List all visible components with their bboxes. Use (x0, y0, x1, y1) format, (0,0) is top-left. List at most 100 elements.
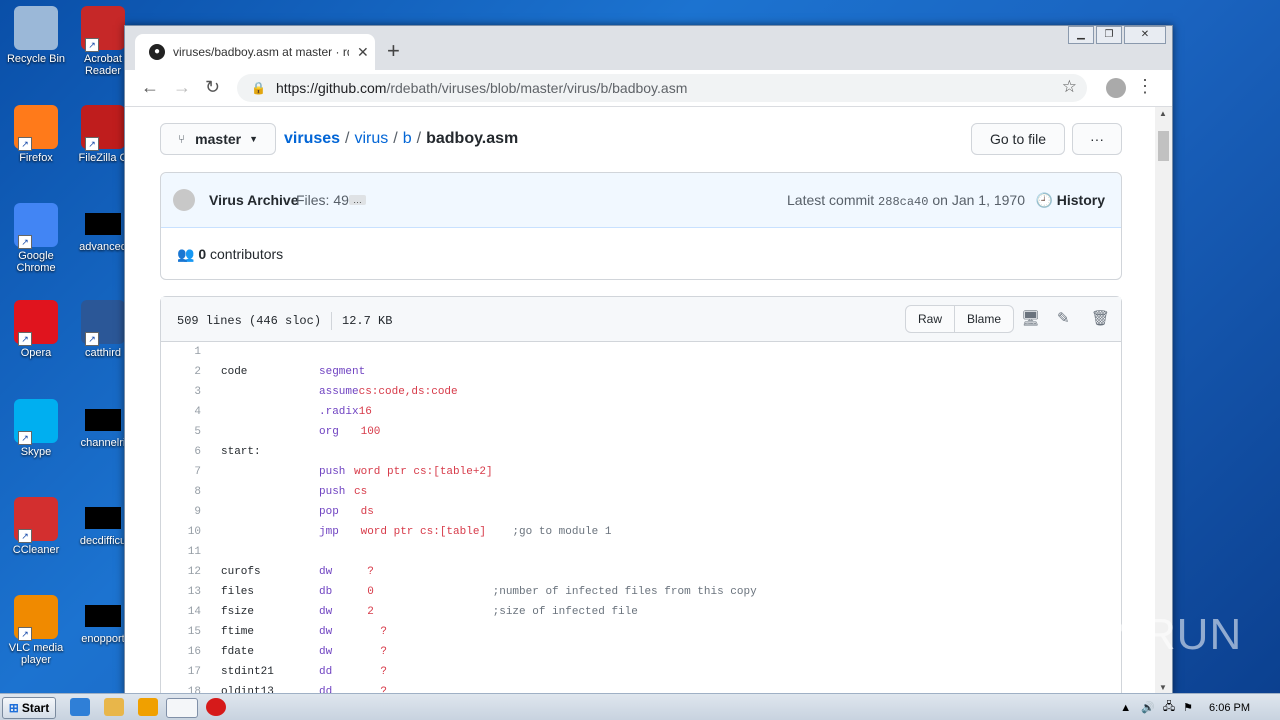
back-icon[interactable]: ← (141, 77, 159, 98)
line-number[interactable]: 4 (161, 402, 221, 422)
line-content: code segment (221, 362, 365, 382)
commit-author[interactable]: Virus Archive (209, 192, 299, 208)
blame-button[interactable]: Blame (954, 306, 1013, 332)
line-number[interactable]: 5 (161, 422, 221, 442)
shortcut-arrow-icon: ↗ (18, 431, 32, 445)
tab-bar: ● viruses/badboy.asm at master · rdebath… (125, 26, 1172, 70)
branch-icon: ⑂ (177, 132, 186, 146)
line-number[interactable]: 1 (161, 342, 221, 362)
file-icon (85, 507, 121, 529)
line-number[interactable]: 3 (161, 382, 221, 402)
crumb-repo[interactable]: viruses (284, 130, 340, 147)
desktop-icon-opera[interactable]: ↗ Opera (1, 300, 71, 359)
shortcut-arrow-icon: ↗ (18, 137, 32, 151)
line-content: .radix16 (221, 402, 372, 422)
line-number[interactable]: 2 (161, 362, 221, 382)
url-input[interactable]: 🔒 https://github.com/rdebath/viruses/blo… (237, 74, 1087, 102)
author-avatar[interactable] (173, 189, 195, 211)
line-number[interactable]: 15 (161, 622, 221, 642)
desktop-icon-skype[interactable]: ↗ Skype (1, 399, 71, 458)
branch-select-button[interactable]: ⑂ master ▼ (160, 123, 276, 155)
code-op: db (319, 586, 333, 598)
line-content: stdint21 dd ? (221, 662, 387, 682)
line-number[interactable]: 11 (161, 542, 221, 562)
line-number[interactable]: 7 (161, 462, 221, 482)
desktop-icon-label: Recycle Bin (6, 53, 66, 65)
bookmark-star-icon[interactable]: ☆ (1062, 77, 1077, 97)
reload-icon[interactable]: ↻ (205, 77, 220, 98)
edit-pencil-icon[interactable]: ✎ (1057, 309, 1070, 327)
line-number[interactable]: 13 (161, 582, 221, 602)
explorer-icon[interactable] (104, 698, 124, 716)
tray-expand-icon[interactable]: ▲ (1120, 702, 1131, 714)
commit-expand-button[interactable]: … (349, 195, 366, 205)
line-content: curofs dw ? (221, 562, 374, 582)
code-comment: ;number of infected files from this copy (373, 586, 757, 598)
more-options-button[interactable]: ··· (1072, 123, 1122, 155)
crumb-virus[interactable]: virus (355, 130, 389, 147)
opera-icon[interactable] (206, 698, 226, 716)
browser-menu-icon[interactable]: ⋮ (1136, 76, 1154, 97)
new-tab-button[interactable]: + (387, 38, 400, 64)
media-player-icon[interactable] (138, 698, 158, 716)
line-content: pop ds (221, 502, 374, 522)
window-controls: ▁ ❐ ✕ (1068, 26, 1166, 44)
line-number[interactable]: 17 (161, 662, 221, 682)
latest-commit-label: Latest commit (787, 192, 875, 208)
file-size: 12.7 KB (342, 314, 393, 329)
trash-icon[interactable]: 🗑 (1091, 309, 1110, 327)
minimize-button[interactable]: ▁ (1068, 26, 1094, 44)
line-content: fdate dw ? (221, 642, 387, 662)
desktop-icon-ccleaner[interactable]: ↗ CCleaner (1, 497, 71, 556)
forward-icon[interactable]: → (173, 77, 191, 98)
commit-sha[interactable]: 288ca40 (878, 195, 928, 209)
flag-icon[interactable]: ⚑ (1183, 701, 1193, 714)
desktop-icon[interactable]: 🖥 (1021, 309, 1040, 327)
line-content: org 100 (221, 422, 380, 442)
profile-avatar[interactable] (1106, 78, 1126, 98)
shortcut-arrow-icon: ↗ (18, 235, 32, 249)
browser-tab[interactable]: ● viruses/badboy.asm at master · rdebath… (135, 34, 375, 70)
line-number[interactable]: 14 (161, 602, 221, 622)
line-number[interactable]: 10 (161, 522, 221, 542)
network-icon[interactable]: 🖧 (1163, 698, 1175, 717)
filezilla-icon: ↗ (81, 105, 125, 151)
word-doc-icon: ↗ (81, 300, 125, 346)
start-button[interactable]: ⊞ Start (2, 697, 56, 719)
github-page: ⑂ master ▼ viruses / virus / b / badboy.asm Go… (125, 107, 1155, 694)
history-link[interactable]: 🕘 History (1035, 192, 1105, 209)
url-path: /rdebath/viruses/blob/master/virus/b/bad… (386, 80, 688, 96)
crumb-b[interactable]: b (403, 130, 412, 147)
ie-icon[interactable] (70, 698, 90, 716)
scrollbar-thumb[interactable] (1158, 131, 1169, 161)
commit-message[interactable]: Files: 49 (296, 192, 349, 208)
contributors[interactable]: 👥 0 contributors (177, 246, 283, 263)
line-number[interactable]: 12 (161, 562, 221, 582)
shortcut-arrow-icon: ↗ (18, 529, 32, 543)
maximize-button[interactable]: ❐ (1096, 26, 1122, 44)
desktop-icon-vlc[interactable]: ↗ VLC media player (1, 595, 71, 666)
line-number[interactable]: 6 (161, 442, 221, 462)
desktop-icon-firefox[interactable]: ↗ Firefox (1, 105, 71, 164)
close-window-button[interactable]: ✕ (1124, 26, 1166, 44)
chrome-taskbar-button[interactable] (166, 698, 198, 718)
scroll-down-icon[interactable]: ▼ (1159, 683, 1167, 692)
desktop-icon-chrome[interactable]: ↗ Google Chrome (1, 203, 71, 274)
code-line: 11 (161, 542, 1121, 562)
desktop-icon-label: Google Chrome (16, 250, 56, 274)
line-number[interactable]: 9 (161, 502, 221, 522)
close-tab-icon[interactable]: ✕ (357, 44, 369, 61)
go-to-file-button[interactable]: Go to file (971, 123, 1065, 155)
page-scrollbar[interactable]: ▲ ▼ (1155, 107, 1172, 694)
scroll-up-icon[interactable]: ▲ (1159, 109, 1167, 118)
line-number[interactable]: 8 (161, 482, 221, 502)
raw-button[interactable]: Raw (906, 306, 954, 332)
desktop-icon-label: CCleaner (12, 544, 60, 556)
line-number[interactable]: 16 (161, 642, 221, 662)
code-args: word ptr cs:[table] (354, 526, 487, 538)
volume-icon[interactable]: 🔊 (1141, 701, 1155, 714)
code-op: org (319, 426, 339, 438)
desktop-icon-recycle-bin[interactable]: Recycle Bin (1, 6, 71, 65)
taskbar: ⊞ Start ▲ 🔊 🖧 ⚑ 6:06 PM (0, 693, 1280, 720)
code-line: 16 fdate dw ? (161, 642, 1121, 662)
